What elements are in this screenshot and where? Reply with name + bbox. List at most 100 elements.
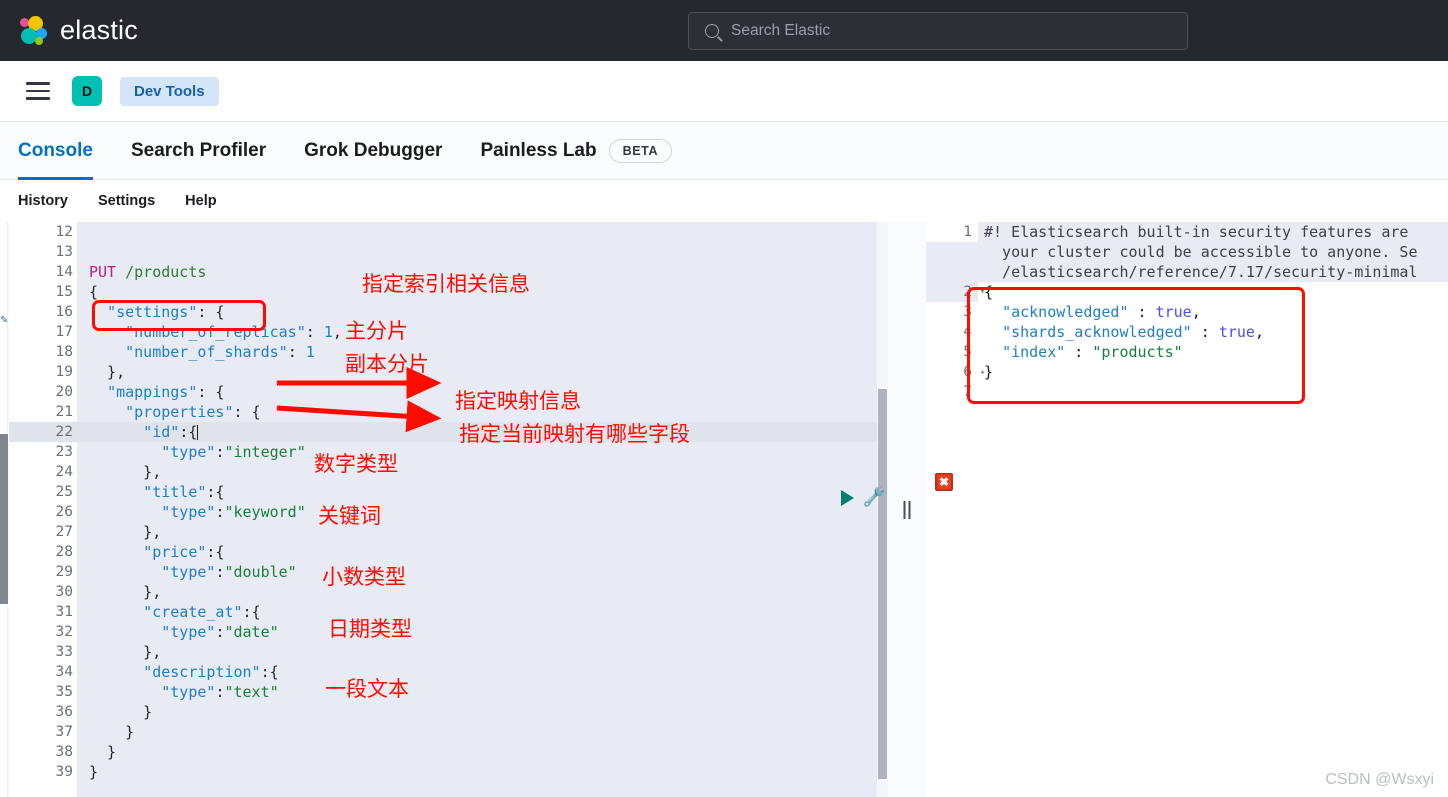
- code-line-36[interactable]: }: [77, 702, 888, 722]
- code-line-17[interactable]: "number_of_replicas": 1,: [77, 322, 888, 342]
- response-line-4: "acknowledged" : true,: [978, 302, 1448, 322]
- response-line-5: "shards_acknowledged" : true,: [978, 322, 1448, 342]
- response-gutter-line-2: [926, 262, 978, 282]
- code-line-16[interactable]: "settings": {: [77, 302, 888, 322]
- code-token: 1: [323, 323, 333, 341]
- gutter-line-17: 17: [55, 324, 73, 340]
- wrench-icon[interactable]: 🔧: [862, 486, 886, 510]
- brand-logo-group[interactable]: elastic: [18, 15, 138, 46]
- search-input[interactable]: [731, 22, 1131, 40]
- code-line-26[interactable]: "type":"keyword": [77, 502, 888, 522]
- hamburger-menu-icon[interactable]: [26, 82, 50, 100]
- response-pane[interactable]: 1 2 ▾ 3 4 5 6 ▴ 7 ✖ #! Elasticsearch built-in s…: [926, 222, 1448, 797]
- response-token: [984, 303, 1002, 321]
- request-editor-pane[interactable]: 12 13 14 15▾16▾ 17 18 19▴20▾21▾22▾ 23 24▴25▾ 26 27…: [9, 222, 888, 797]
- code-line-21[interactable]: "properties": {: [77, 402, 888, 422]
- code-line-28[interactable]: "price":{: [77, 542, 888, 562]
- space-avatar[interactable]: D: [72, 76, 102, 106]
- submenu-item-history[interactable]: History: [18, 193, 68, 209]
- breadcrumb-dev-tools[interactable]: Dev Tools: [120, 76, 219, 106]
- code-line-29[interactable]: "type":"double": [77, 562, 888, 582]
- code-line-20[interactable]: "mappings": {: [77, 382, 888, 402]
- code-line-38[interactable]: }: [77, 742, 888, 762]
- editor-code-area[interactable]: PUT /products{ "settings": { "number_of_…: [77, 222, 888, 797]
- response-token: ,: [1191, 303, 1201, 321]
- gutter-line-20: 20▾: [9, 382, 86, 402]
- code-line-35[interactable]: "type":"text": [77, 682, 888, 702]
- code-token: }: [89, 703, 153, 721]
- code-token: "price": [143, 543, 207, 561]
- gutter-line-23: 23: [55, 444, 73, 460]
- tab-search-profiler[interactable]: Search Profiler: [131, 122, 266, 180]
- console-body: ✎ 12131415▾16▾171819▴20▾21▾22▾2324▴25▾26…: [0, 222, 1448, 797]
- gutter-line-18: 18: [55, 344, 73, 360]
- search-icon: [705, 24, 719, 38]
- code-line-13[interactable]: [77, 242, 888, 262]
- gutter-line-29: 29: [55, 564, 73, 580]
- code-line-33[interactable]: },: [77, 642, 888, 662]
- submenu-item-settings[interactable]: Settings: [98, 193, 155, 209]
- code-token: "type": [161, 623, 216, 641]
- gutter-line-39: 39▴: [9, 762, 86, 782]
- tab-painless-lab[interactable]: Painless Lab: [480, 122, 596, 180]
- code-token: "double": [224, 563, 297, 581]
- code-line-14[interactable]: PUT /products: [77, 262, 888, 282]
- gutter-line-14: 14: [55, 264, 73, 280]
- gutter-line-13: 13: [55, 244, 73, 260]
- response-line-2: /elasticsearch/reference/7.17/security-m…: [978, 262, 1448, 282]
- code-token: {: [89, 283, 99, 301]
- pane-splitter[interactable]: [888, 222, 926, 797]
- code-line-30[interactable]: },: [77, 582, 888, 602]
- global-search-box[interactable]: [688, 12, 1188, 50]
- code-line-27[interactable]: },: [77, 522, 888, 542]
- code-line-37[interactable]: }: [77, 722, 888, 742]
- error-close-icon[interactable]: ✖: [935, 473, 953, 491]
- submenu-item-help[interactable]: Help: [185, 193, 216, 209]
- response-line-1: your cluster could be accessible to anyo…: [978, 242, 1448, 262]
- gutter-line-22: 22▾: [9, 422, 86, 442]
- response-gutter-line-6: 5: [963, 344, 972, 360]
- code-line-31[interactable]: "create_at":{: [77, 602, 888, 622]
- code-token: :{: [242, 603, 261, 621]
- code-line-12[interactable]: [77, 222, 888, 242]
- brand-name: elastic: [60, 15, 138, 45]
- tab-grok-debugger[interactable]: Grok Debugger: [304, 122, 442, 180]
- code-line-22[interactable]: "id":{: [77, 422, 888, 442]
- splitter-grip-icon[interactable]: [903, 500, 911, 519]
- tab-console[interactable]: Console: [18, 122, 93, 180]
- gutter-line-12: 12: [55, 224, 73, 240]
- code-line-19[interactable]: },: [77, 362, 888, 382]
- code-token: "title": [143, 483, 207, 501]
- code-line-24[interactable]: },: [77, 462, 888, 482]
- code-line-18[interactable]: "number_of_shards": 1: [77, 342, 888, 362]
- response-gutter-line-8: 7: [963, 384, 972, 400]
- code-line-32[interactable]: "type":"date": [77, 622, 888, 642]
- code-token: : {: [233, 403, 261, 421]
- code-line-23[interactable]: "type":"integer": [77, 442, 888, 462]
- code-line-39[interactable]: }: [77, 762, 888, 782]
- page-scrollbar[interactable]: ✎: [0, 222, 8, 797]
- gutter-line-36: 36▴: [9, 702, 86, 722]
- console-submenu: History Settings Help: [0, 180, 1448, 222]
- code-line-25[interactable]: "title":{: [77, 482, 888, 502]
- code-line-15[interactable]: {: [77, 282, 888, 302]
- response-token: #! Elasticsearch built-in security featu…: [984, 223, 1418, 241]
- response-token: {: [984, 283, 994, 301]
- code-token: }: [89, 723, 135, 741]
- editor-scrollbar-thumb[interactable]: [878, 389, 887, 779]
- page-scrollbar-thumb[interactable]: [0, 434, 8, 604]
- global-header: elastic: [0, 0, 1448, 61]
- play-triangle-icon[interactable]: [841, 490, 854, 506]
- code-token: "create_at": [143, 603, 243, 621]
- response-token: :: [1128, 303, 1156, 321]
- code-line-34[interactable]: "description":{: [77, 662, 888, 682]
- response-gutter-line-1: [926, 242, 978, 262]
- beta-badge: BETA: [608, 138, 673, 163]
- response-token: ,: [1254, 323, 1264, 341]
- response-token: "shards_acknowledged": [1002, 323, 1192, 341]
